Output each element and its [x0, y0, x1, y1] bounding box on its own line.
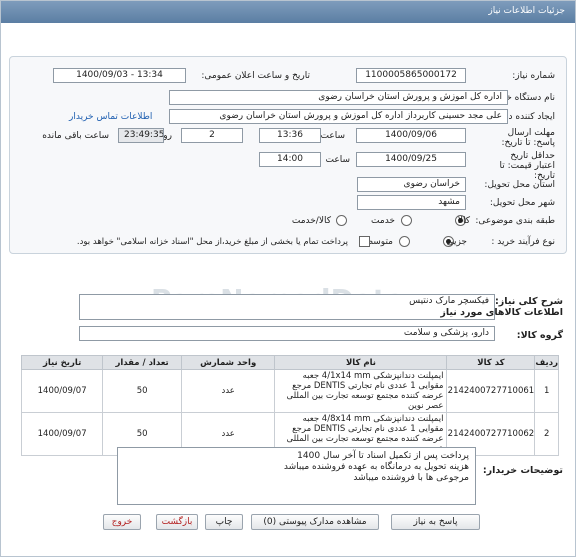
deadline-time-label: ساعت: [320, 131, 346, 141]
cell-date: 1400/09/07: [20, 369, 104, 413]
goods-group-label: گروه کالا:: [516, 330, 563, 341]
reply-button[interactable]: پاسخ به نیاز: [391, 514, 480, 530]
buyer-note-line: پرداخت پس از تکمیل اسناد تا آخر سال 1400: [297, 451, 469, 461]
deadline-date-field: 1400/09/06: [356, 128, 466, 143]
cell-date: 1400/09/07: [20, 412, 104, 456]
cell-code: 2142400727710061: [446, 369, 536, 413]
days-left-field: 2: [181, 128, 243, 143]
cell-row: 2: [534, 412, 559, 456]
category-option-service: خدمت: [371, 216, 395, 226]
province-field: خراسان رضوی: [357, 177, 466, 192]
print-button[interactable]: چاپ: [205, 514, 243, 530]
remaining-time-field: 23:49:35: [118, 128, 164, 143]
treasury-payment-checkbox[interactable]: [359, 236, 370, 247]
col-header-date: تاریخ نیاز: [20, 355, 104, 370]
process-radio-medium[interactable]: [399, 236, 410, 247]
window-title: جزئیات اطلاعات نیاز: [1, 1, 575, 23]
cell-qty: 50: [102, 369, 182, 413]
buyer-org-field: اداره کل اموزش و پرورش استان خراسان رضوی: [169, 90, 508, 105]
col-header-unit: واحد شمارش: [180, 355, 276, 370]
need-number-label: شماره نیاز:: [512, 71, 555, 81]
process-label: نوع فرآیند خرید :: [491, 237, 555, 247]
city-field: مشهد: [357, 195, 466, 210]
buyer-note-line: مرجوعی ها با فروشنده میباشد: [353, 473, 469, 483]
validity-time-field: 14:00: [259, 152, 321, 167]
cell-row: 1: [534, 369, 559, 413]
validity-date-field: 1400/09/25: [356, 152, 466, 167]
validity-label: حداقل تاریخ اعتبار قیمت: تا تاریخ:: [499, 151, 555, 181]
table-row: 1 2142400727710061 ایمپلنت دندانپزشکی 4/…: [20, 369, 559, 413]
category-radio-both[interactable]: [336, 215, 347, 226]
category-label: طبقه بندی موضوعی:: [475, 216, 555, 226]
treasury-payment-note: پرداخت تمام یا بخشی از مبلغ خرید،از محل …: [76, 237, 348, 247]
buyer-notes-box: پرداخت پس از تکمیل اسناد تا آخر سال 1400…: [117, 447, 476, 505]
category-option-goods: کالا: [457, 216, 470, 226]
announce-date-field: 1400/09/03 - 13:34: [53, 68, 186, 83]
goods-info-heading: اطلاعات کالاهای مورد نیاز: [440, 307, 563, 318]
process-option-minor: جزیی: [446, 237, 467, 247]
deadline-time-field: 13:36: [259, 128, 321, 143]
city-label: شهر محل تحویل:: [489, 198, 555, 208]
exit-button[interactable]: خروج: [103, 514, 141, 530]
remaining-label: ساعت باقی مانده: [42, 131, 109, 141]
validity-time-label: ساعت: [325, 155, 351, 165]
creator-field: علی مجد حسینی کاربرداز اداره کل اموزش و …: [169, 109, 508, 124]
need-number-field: 1100005865000172: [356, 68, 466, 83]
need-desc-field: فیکسچر مارک دنتیس: [79, 294, 495, 320]
items-table: ردیف کد کالا نام کالا واحد شمارش تعداد /…: [20, 355, 559, 456]
col-header-code: کد کالا: [446, 355, 536, 370]
buyer-notes-label: توضیحات خریدار:: [482, 465, 563, 476]
cell-name: ایمپلنت دندانپزشکی 4/1x14 mm جعبه مقوایی…: [274, 369, 448, 413]
category-option-both: کالا/خدمت: [291, 216, 331, 226]
col-header-qty: تعداد / مقدار: [102, 355, 182, 370]
need-desc-label: شرح کلی نیاز:: [494, 296, 563, 307]
category-radio-service[interactable]: [401, 215, 412, 226]
buyer-note-line: هزینه تحویل به درمانگاه به عهده فروشنده …: [283, 462, 469, 472]
col-header-row: ردیف: [534, 355, 559, 370]
goods-group-field: دارو، پزشکی و سلامت: [79, 326, 495, 341]
table-header-row: ردیف کد کالا نام کالا واحد شمارش تعداد /…: [20, 355, 559, 370]
back-button[interactable]: بازگشت: [156, 514, 198, 530]
col-header-name: نام کالا: [274, 355, 448, 370]
deadline-label: مهلت ارسال پاسخ: تا تاریخ:: [501, 128, 555, 148]
cell-unit: عدد: [180, 369, 276, 413]
buyer-contact-link[interactable]: اطلاعات تماس خریدار: [69, 112, 152, 122]
view-attachments-button[interactable]: مشاهده مدارک پیوستی (0): [251, 514, 379, 530]
need-details-page: جزئیات اطلاعات نیاز 1401 ParsNamadData ش…: [0, 0, 576, 557]
announce-date-label: تاریخ و ساعت اعلان عمومی:: [201, 71, 310, 81]
province-label: استان محل تحویل:: [484, 180, 555, 190]
